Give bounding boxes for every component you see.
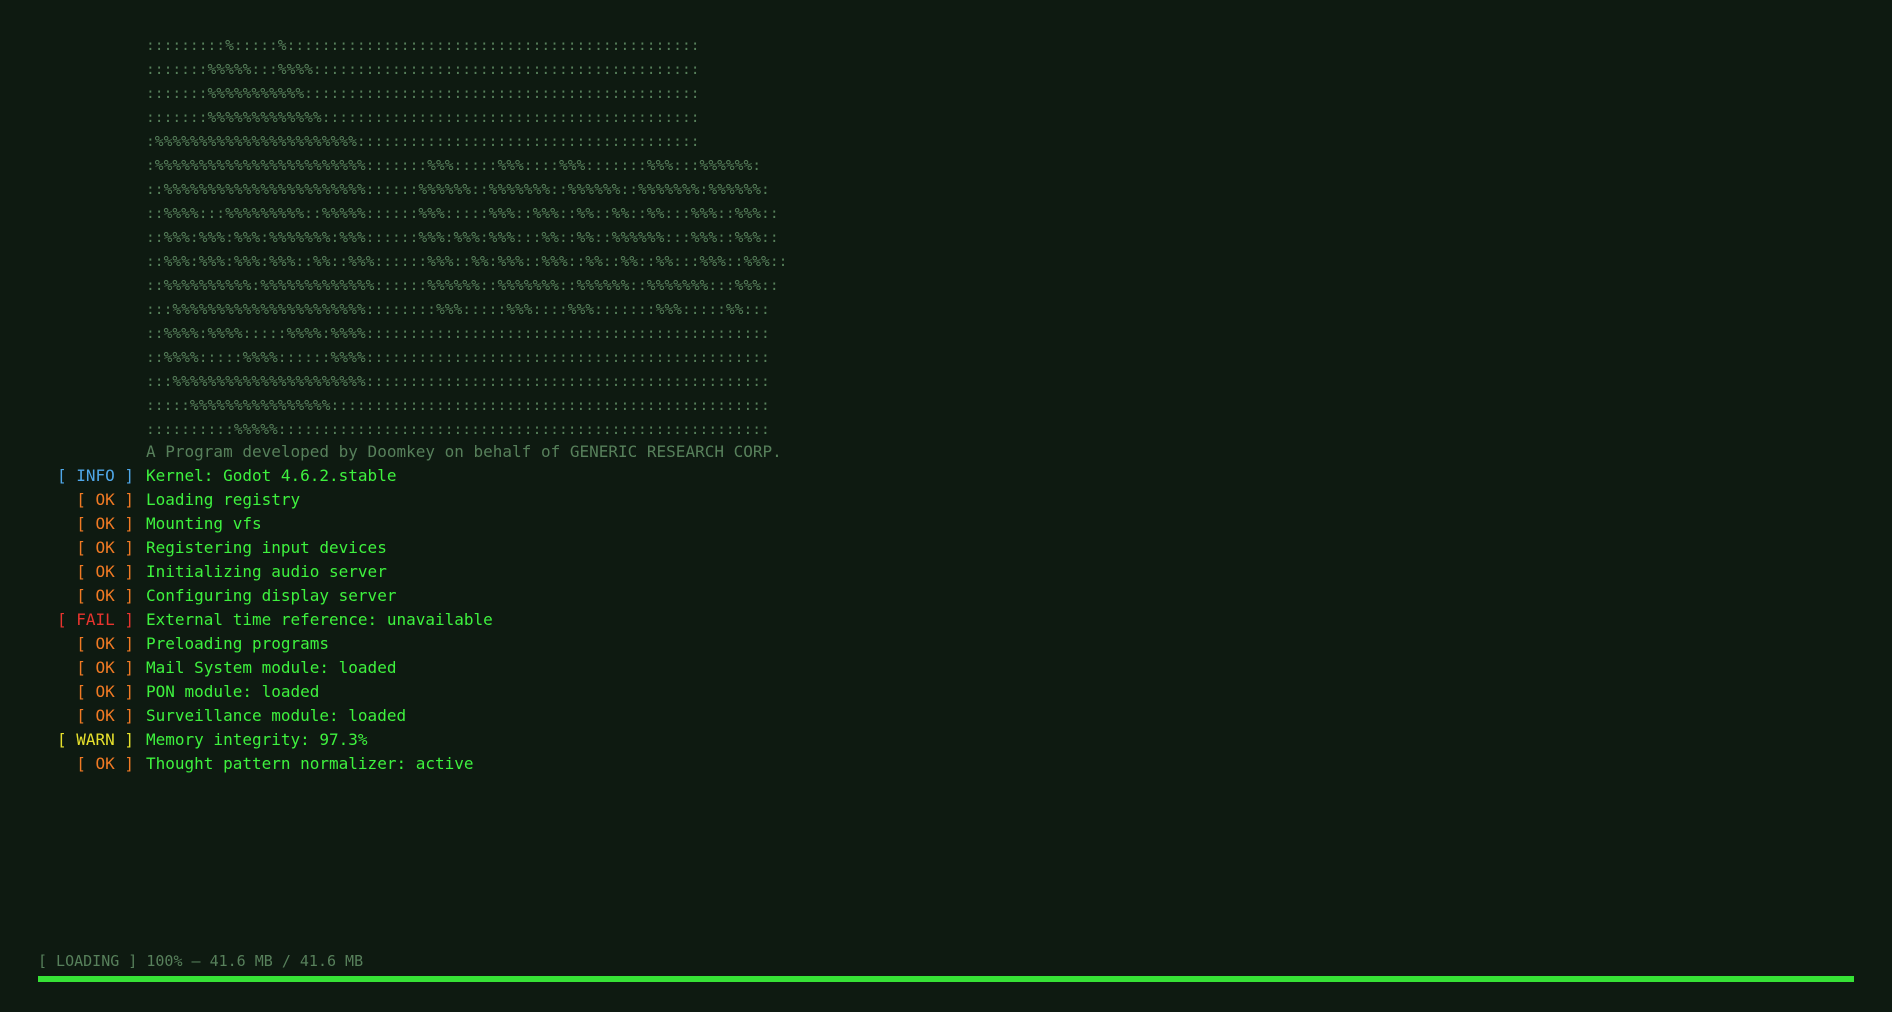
log-message: Thought pattern normalizer: active bbox=[146, 754, 474, 773]
log-message: Initializing audio server bbox=[146, 562, 387, 581]
log-line: [ WARN ] Memory integrity: 97.3% bbox=[0, 728, 900, 752]
log-status-tag-warn: [ WARN ] bbox=[56, 730, 134, 749]
log-status-tag-ok: [ OK ] bbox=[76, 682, 134, 701]
log-line: [ OK ] Surveillance module: loaded bbox=[0, 704, 900, 728]
log-message: Registering input devices bbox=[146, 538, 387, 557]
log-message: Mounting vfs bbox=[146, 514, 262, 533]
credits-line: A Program developed by Doomkey on behalf… bbox=[146, 442, 782, 461]
log-line: [ OK ] Registering input devices bbox=[0, 536, 900, 560]
ascii-logo: :::::::::%:::::%::::::::::::::::::::::::… bbox=[146, 34, 787, 442]
log-message: Surveillance module: loaded bbox=[146, 706, 407, 725]
loading-progress-fill bbox=[38, 976, 1854, 982]
ascii-logo-line: ::::::::::%%%%%:::::::::::::::::::::::::… bbox=[146, 421, 770, 438]
log-line: [ OK ] PON module: loaded bbox=[0, 680, 900, 704]
log-status-tag-ok: [ OK ] bbox=[76, 706, 134, 725]
ascii-logo-line: ::%%%:%%%:%%%:%%%%%%%:%%%::::::%%%:%%%:%… bbox=[146, 229, 779, 246]
log-line: [ OK ] Mail System module: loaded bbox=[0, 656, 900, 680]
log-line: [ OK ] Mounting vfs bbox=[0, 512, 900, 536]
ascii-logo-line: ::%%%%:::%%%%%%%%%::%%%%%::::::%%%:::::%… bbox=[146, 205, 779, 222]
log-line: [ OK ] Preloading programs bbox=[0, 632, 900, 656]
ascii-logo-line: :::::::%%%%%:::%%%%:::::::::::::::::::::… bbox=[146, 61, 700, 78]
log-message: Configuring display server bbox=[146, 586, 397, 605]
log-message: Memory integrity: 97.3% bbox=[146, 730, 368, 749]
log-status-tag-ok: [ OK ] bbox=[76, 634, 134, 653]
ascii-logo-line: :::::::%%%%%%%%%%%%%::::::::::::::::::::… bbox=[146, 109, 700, 126]
ascii-logo-line: ::%%%%%%%%%%:%%%%%%%%%%%%%::::::%%%%%%::… bbox=[146, 277, 779, 294]
log-status-tag-ok: [ OK ] bbox=[76, 658, 134, 677]
log-message: Kernel: Godot 4.6.2.stable bbox=[146, 466, 397, 485]
ascii-logo-line: :::::::::%:::::%::::::::::::::::::::::::… bbox=[146, 37, 700, 54]
log-status-tag-ok: [ OK ] bbox=[76, 754, 134, 773]
log-line: [ FAIL ] External time reference: unavail… bbox=[0, 608, 900, 632]
log-line: [ OK ] Initializing audio server bbox=[0, 560, 900, 584]
log-status-tag-info: [ INFO ] bbox=[56, 466, 134, 485]
log-message: Loading registry bbox=[146, 490, 301, 509]
log-message: External time reference: unavailable bbox=[146, 610, 493, 629]
log-status-tag-fail: [ FAIL ] bbox=[56, 610, 134, 629]
ascii-logo-line: ::%%%%:::::%%%%::::::%%%%:::::::::::::::… bbox=[146, 349, 770, 366]
ascii-logo-line: :::%%%%%%%%%%%%%%%%%%%%%%:::::::::::::::… bbox=[146, 373, 770, 390]
log-line: [ INFO ] Kernel: Godot 4.6.2.stable bbox=[0, 464, 900, 488]
log-message: Mail System module: loaded bbox=[146, 658, 397, 677]
log-message: Preloading programs bbox=[146, 634, 330, 653]
log-status-tag-ok: [ OK ] bbox=[76, 586, 134, 605]
loading-progress-bar bbox=[38, 976, 1854, 982]
log-line: [ OK ] Loading registry bbox=[0, 488, 900, 512]
log-status-tag-ok: [ OK ] bbox=[76, 562, 134, 581]
boot-log: [ INFO ] Kernel: Godot 4.6.2.stable [ OK ]… bbox=[0, 464, 900, 776]
log-line: [ OK ] Configuring display server bbox=[0, 584, 900, 608]
ascii-logo-line: :::::::%%%%%%%%%%%::::::::::::::::::::::… bbox=[146, 85, 700, 102]
ascii-logo-line: :::%%%%%%%%%%%%%%%%%%%%%%::::::::%%%::::… bbox=[146, 301, 770, 318]
ascii-logo-line: ::%%%:%%%:%%%:%%%::%%::%%%::::::%%%::%%:… bbox=[146, 253, 788, 270]
log-status-tag-ok: [ OK ] bbox=[76, 490, 134, 509]
ascii-logo-line: :%%%%%%%%%%%%%%%%%%%%%%%%:::::::%%%:::::… bbox=[146, 157, 762, 174]
log-line: [ OK ] Thought pattern normalizer: active bbox=[0, 752, 900, 776]
loading-status: [ LOADING ] 100% — 41.6 MB / 41.6 MB bbox=[38, 952, 364, 970]
log-message: PON module: loaded bbox=[146, 682, 320, 701]
ascii-logo-line: :%%%%%%%%%%%%%%%%%%%%%%%::::::::::::::::… bbox=[146, 133, 700, 150]
log-status-tag-ok: [ OK ] bbox=[76, 514, 134, 533]
ascii-logo-line: :::::%%%%%%%%%%%%%%%%:::::::::::::::::::… bbox=[146, 397, 770, 414]
ascii-logo-line: ::%%%%%%%%%%%%%%%%%%%%%%%::::::%%%%%%::%… bbox=[146, 181, 770, 198]
log-status-tag-ok: [ OK ] bbox=[76, 538, 134, 557]
ascii-logo-line: ::%%%%:%%%%:::::%%%%:%%%%:::::::::::::::… bbox=[146, 325, 770, 342]
